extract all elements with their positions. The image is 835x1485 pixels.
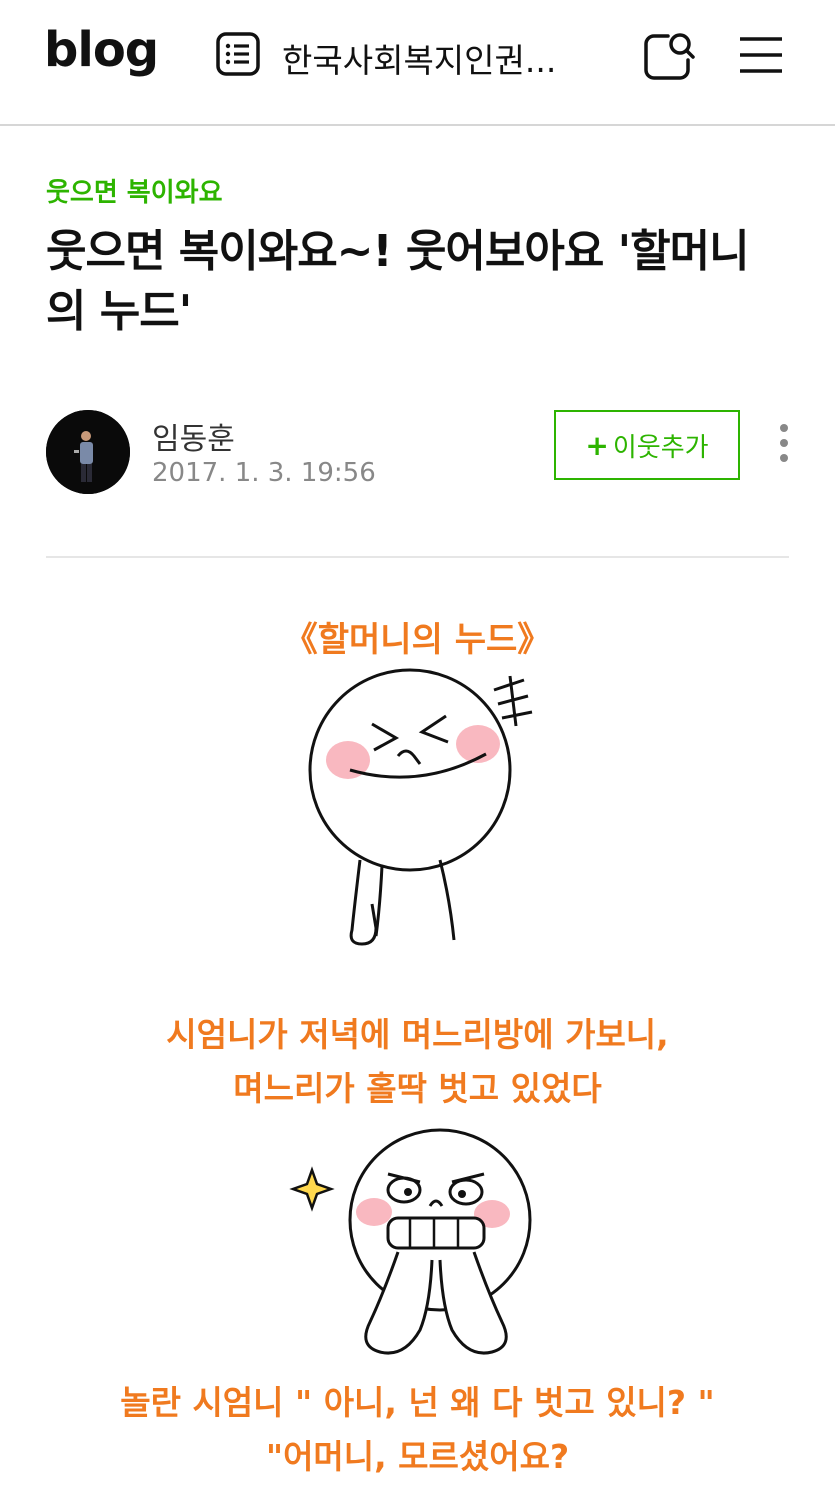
list-icon[interactable] (216, 32, 260, 76)
avatar[interactable] (46, 410, 130, 494)
author-name[interactable]: 임동훈 (152, 414, 235, 458)
top-bar: blog 한국사회복지인권... (0, 0, 835, 126)
paragraph-1-line-1: 시엄니가 저녁에 며느리방에 가보니, (166, 1015, 669, 1054)
divider (46, 556, 789, 558)
add-neighbor-button[interactable]: + 이웃추가 (554, 410, 740, 480)
grinning-moon-sticker (289, 1128, 532, 1355)
blog-logo[interactable]: blog (44, 22, 159, 78)
post-category[interactable]: 웃으면 복이와요 (46, 172, 223, 209)
add-neighbor-label: 이웃추가 (612, 432, 709, 463)
avatar-image (46, 410, 130, 494)
paragraph-2-line-2: "어머니, 모르셨어요? (265, 1437, 570, 1476)
blog-name[interactable]: 한국사회복지인권... (282, 34, 556, 82)
paragraph-1: 시엄니가 저녁에 며느리방에 가보니, 며느리가 홀딱 벗고 있었다 (0, 1008, 835, 1116)
post-date: 2017. 1. 3. 19:56 (152, 458, 376, 488)
paragraph-1-line-2: 며느리가 홀딱 벗고 있었다 (233, 1069, 602, 1108)
paragraph-2: 놀란 시엄니 " 아니, 넌 왜 다 벗고 있니? " "어머니, 모르셨어요? (0, 1376, 835, 1484)
post-subheading: 《할머니의 누드》 (283, 620, 552, 660)
menu-icon[interactable] (738, 34, 784, 76)
author-row: 임동훈 2017. 1. 3. 19:56 + 이웃추가 (46, 408, 791, 498)
laughing-moon-sticker (308, 668, 533, 946)
more-options-icon[interactable] (772, 424, 796, 468)
paragraph-2-line-1: 놀란 시엄니 " 아니, 넌 왜 다 벗고 있니? " (120, 1383, 715, 1422)
plus-icon: + (585, 428, 609, 462)
post-title: 웃으면 복이와요~! 웃어보아요 '할머니의 누드' (46, 226, 750, 337)
search-icon[interactable] (642, 30, 696, 82)
